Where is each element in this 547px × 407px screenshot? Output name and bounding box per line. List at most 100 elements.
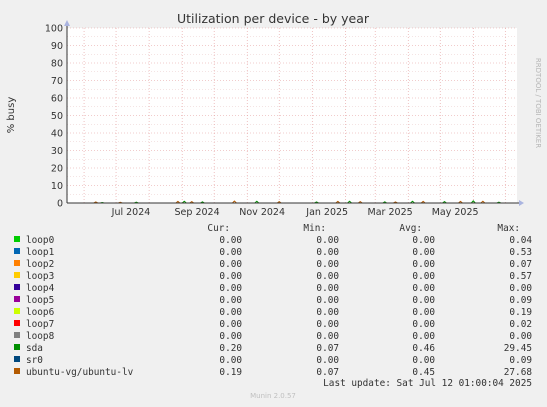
legend-max: 0.57	[509, 271, 532, 282]
legend-min: 0.00	[316, 295, 339, 306]
last-update: Last update: Sat Jul 12 01:00:04 2025	[323, 378, 532, 389]
legend-row: loop3 0.00 0.00 0.00 0.57	[14, 271, 532, 282]
y-axis-arrow	[64, 20, 70, 26]
legend-cur: 0.00	[219, 283, 242, 294]
legend-name: sda	[26, 343, 43, 354]
y-tick-label: 30	[51, 146, 63, 157]
legend-avg: 0.46	[412, 343, 435, 354]
legend-cur: 0.00	[219, 259, 242, 270]
legend-row: loop5 0.00 0.00 0.00 0.09	[14, 295, 532, 306]
legend-cur: 0.19	[219, 367, 242, 378]
y-tick-label: 40	[51, 129, 63, 140]
legend-avg: 0.00	[412, 235, 435, 246]
y-axis-label: % busy	[6, 97, 17, 134]
legend-row: loop2 0.00 0.00 0.00 0.07	[14, 259, 532, 270]
legend-max: 0.19	[509, 307, 532, 318]
legend-cur: 0.00	[219, 247, 242, 258]
chart: Utilization per device - by year RRDTOOL…	[6, 11, 542, 400]
x-tick-label: Mar 2025	[368, 207, 413, 218]
legend-row: loop6 0.00 0.00 0.00 0.19	[14, 307, 532, 318]
legend-swatch	[14, 248, 20, 254]
legend-avg: 0.00	[412, 271, 435, 282]
legend-max: 0.09	[509, 355, 532, 366]
legend-min: 0.00	[316, 259, 339, 270]
y-tick-label: 0	[57, 199, 63, 210]
legend-cur: 0.00	[219, 271, 242, 282]
legend-row: loop8 0.00 0.00 0.00 0.00	[14, 331, 532, 342]
legend-name: loop0	[26, 235, 55, 246]
legend-cur: 0.00	[219, 319, 242, 330]
rrdtool-credit: RRDTOOL / TOBI OETIKER	[534, 58, 542, 148]
legend-cur: 0.00	[219, 355, 242, 366]
chart-title: Utilization per device - by year	[177, 11, 370, 26]
legend-row: loop1 0.00 0.00 0.00 0.53	[14, 247, 532, 258]
legend-swatch	[14, 344, 20, 350]
legend-min: 0.07	[316, 343, 339, 354]
legend-avg: 0.00	[412, 295, 435, 306]
legend-max: 0.02	[509, 319, 532, 330]
legend-avg: 0.00	[412, 259, 435, 270]
legend-swatch	[14, 284, 20, 290]
legend-max: 27.68	[504, 367, 533, 378]
legend-max: 0.07	[509, 259, 532, 270]
legend-max: 0.53	[509, 247, 532, 258]
x-axis-arrow	[519, 200, 524, 206]
x-tick-label: Jan 2025	[305, 207, 348, 218]
legend-name: loop7	[26, 319, 54, 330]
col-avg: Avg:	[399, 223, 422, 234]
legend-min: 0.00	[316, 355, 339, 366]
munin-version: Munin 2.0.57	[250, 392, 296, 400]
legend-avg: 0.00	[412, 247, 435, 258]
col-min: Min:	[303, 223, 326, 234]
legend-name: loop2	[26, 259, 54, 270]
col-max: Max:	[497, 223, 520, 234]
y-tick-label: 50	[51, 111, 63, 122]
legend-swatch	[14, 368, 20, 374]
legend-swatch	[14, 272, 20, 278]
legend-min: 0.00	[316, 319, 339, 330]
legend-row: loop7 0.00 0.00 0.00 0.02	[14, 319, 532, 330]
legend-name: loop6	[26, 307, 55, 318]
legend-max: 0.04	[509, 235, 532, 246]
col-cur: Cur:	[207, 223, 230, 234]
legend-swatch	[14, 356, 20, 362]
legend-min: 0.00	[316, 307, 339, 318]
y-tick-label: 60	[51, 94, 63, 105]
legend-header: Cur: Min: Avg: Max:	[207, 223, 520, 234]
y-tick-label: 10	[51, 181, 63, 192]
y-tick-label: 70	[51, 76, 63, 87]
legend-name: sr0	[26, 355, 43, 366]
legend-avg: 0.45	[412, 367, 435, 378]
legend-avg: 0.00	[412, 319, 435, 330]
legend-name: ubuntu-vg/ubuntu-lv	[26, 367, 134, 378]
legend-cur: 0.20	[219, 343, 242, 354]
legend-swatch	[14, 236, 20, 242]
legend-min: 0.00	[316, 247, 339, 258]
legend-row: sr0 0.00 0.00 0.00 0.09	[14, 355, 532, 366]
legend-min: 0.00	[316, 271, 339, 282]
legend-row: ubuntu-vg/ubuntu-lv 0.19 0.07 0.45 27.68	[14, 367, 532, 378]
legend-avg: 0.00	[412, 283, 435, 294]
legend-row: loop4 0.00 0.00 0.00 0.00	[14, 283, 532, 294]
y-ticks: 0 10 20 30 40 50 60 70 80 90 100	[45, 24, 63, 210]
legend-name: loop8	[26, 331, 55, 342]
legend-name: loop3	[26, 271, 54, 282]
legend-cur: 0.00	[219, 295, 242, 306]
legend-min: 0.07	[316, 367, 339, 378]
x-tick-label: Jul 2024	[111, 207, 151, 218]
legend-max: 0.00	[509, 331, 532, 342]
x-tick-label: Nov 2024	[239, 207, 285, 218]
legend-name: loop1	[26, 247, 55, 258]
x-tick-label: Sep 2024	[175, 207, 220, 218]
legend-row: sda 0.20 0.07 0.46 29.45	[14, 343, 532, 354]
legend-cur: 0.00	[219, 307, 242, 318]
legend-name: loop4	[26, 283, 55, 294]
y-tick-label: 100	[45, 24, 63, 35]
legend-max: 29.45	[504, 343, 532, 354]
legend-min: 0.00	[316, 331, 339, 342]
x-ticks: Jul 2024 Sep 2024 Nov 2024 Jan 2025 Mar 2025…	[111, 207, 479, 218]
legend-swatch	[14, 332, 20, 338]
legend-swatch	[14, 308, 20, 314]
y-tick-label: 80	[51, 59, 63, 70]
legend-swatch	[14, 320, 20, 326]
